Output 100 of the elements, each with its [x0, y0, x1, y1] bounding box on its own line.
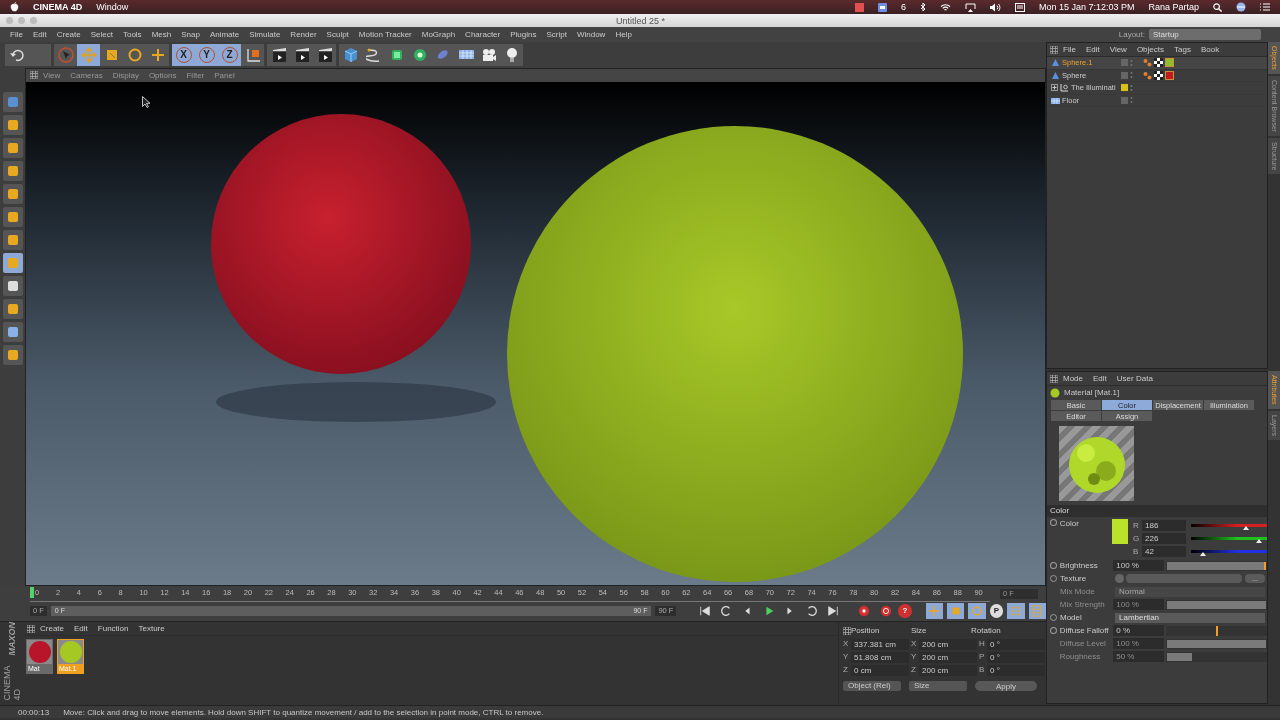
phong-tag-icon[interactable] — [1143, 70, 1152, 80]
channel-field[interactable]: 42 — [1142, 545, 1186, 557]
mode-button[interactable] — [2, 344, 23, 365]
menu-item[interactable]: Animate — [204, 30, 245, 39]
menu-item[interactable]: Script — [541, 30, 572, 39]
bluetooth-icon[interactable] — [919, 2, 926, 12]
tool-button[interactable] — [146, 43, 169, 66]
slider-thumb[interactable] — [1243, 525, 1250, 530]
status-count[interactable]: 6 — [900, 2, 906, 12]
list-icon[interactable] — [1260, 3, 1270, 11]
value-field[interactable]: 0 ° — [987, 652, 1045, 663]
coordinate-mode-dropdown[interactable]: Object (Rel) — [843, 681, 901, 691]
value-field[interactable]: 51.808 cm — [851, 652, 909, 663]
menu-item[interactable]: Create — [35, 624, 69, 633]
value-field[interactable]: 337.381 cm — [851, 639, 909, 650]
mode-button[interactable] — [2, 206, 23, 227]
visibility-dots-icon[interactable] — [1130, 71, 1133, 80]
tool-button[interactable]: X — [172, 43, 195, 66]
menu-item[interactable]: Tools — [117, 30, 147, 39]
slider-marker[interactable] — [1216, 625, 1219, 636]
menu-item[interactable]: Window — [571, 30, 611, 39]
tool-button[interactable]: Y — [195, 43, 218, 66]
menu-item[interactable]: Options — [143, 70, 182, 80]
channel-field[interactable]: 226 — [1142, 532, 1186, 544]
menu-item[interactable]: Tags — [1169, 45, 1196, 54]
color-swatch[interactable] — [1111, 519, 1128, 544]
pivot-button[interactable]: P — [989, 603, 1004, 618]
wifi-icon[interactable] — [939, 2, 951, 12]
menu-item[interactable]: Help — [610, 30, 637, 39]
value-field[interactable]: 100 % — [1113, 560, 1164, 571]
menu-item[interactable]: View — [38, 70, 66, 80]
menu-item[interactable]: File — [5, 30, 28, 39]
menu-item[interactable]: File — [1058, 45, 1081, 54]
menu-item[interactable]: View — [1104, 45, 1132, 54]
menu-item[interactable]: Create — [51, 30, 86, 39]
mode-button[interactable] — [2, 91, 23, 112]
value-field[interactable]: 0 cm — [851, 665, 909, 676]
menu-item[interactable]: Cameras — [65, 70, 108, 80]
tool-button[interactable] — [241, 43, 264, 66]
tool-button[interactable]: Z — [218, 43, 241, 66]
visibility-dots-icon[interactable] — [1130, 96, 1133, 105]
mode-button[interactable] — [2, 275, 23, 296]
menu-item[interactable]: MoGraph — [416, 30, 461, 39]
playback-button[interactable] — [968, 602, 986, 619]
channel-slider[interactable] — [1191, 549, 1267, 553]
menu-item[interactable]: Texture — [133, 624, 170, 633]
tool-button[interactable] — [100, 43, 123, 66]
value-field[interactable]: 200 cm — [919, 639, 977, 650]
menu-item[interactable]: Sculpt — [321, 30, 354, 39]
mode-button[interactable] — [2, 183, 23, 204]
menu-item[interactable]: Mesh — [146, 30, 177, 39]
channel-slider[interactable] — [1191, 523, 1267, 527]
search-icon[interactable] — [1213, 2, 1222, 12]
material-tag-icon[interactable] — [1165, 70, 1174, 80]
menu-item[interactable]: Character — [460, 30, 506, 39]
expand-icon[interactable] — [1051, 84, 1058, 92]
playback-button[interactable] — [1007, 602, 1025, 619]
value-slider[interactable] — [1166, 561, 1266, 570]
tool-button[interactable] — [5, 43, 28, 66]
mode-button[interactable] — [2, 114, 23, 135]
value-field[interactable]: 0 ° — [987, 665, 1045, 676]
mode-button[interactable] — [2, 298, 23, 319]
slider-thumb[interactable] — [1255, 538, 1262, 543]
value-field[interactable]: 200 cm — [919, 665, 977, 676]
layer-color-icon[interactable] — [1121, 84, 1128, 92]
checker-tag-icon[interactable] — [1154, 70, 1163, 80]
help-button[interactable]: ? — [898, 603, 912, 618]
menu-item[interactable]: Plugins — [505, 30, 542, 39]
mode-button[interactable] — [2, 321, 23, 342]
menu-item[interactable]: Motion Tracker — [353, 30, 417, 39]
tool-button[interactable] — [339, 43, 362, 66]
channel-slider[interactable] — [1191, 536, 1267, 540]
keyboard-icon[interactable] — [1014, 2, 1025, 12]
value-field[interactable]: 200 cm — [919, 652, 977, 663]
tool-button[interactable] — [313, 43, 336, 66]
airplay-icon[interactable] — [964, 2, 976, 12]
dropdown[interactable]: Lambertian — [1115, 612, 1265, 623]
menu-item[interactable]: Render — [285, 30, 322, 39]
menu-item[interactable]: Filter — [181, 70, 210, 80]
menu-item[interactable]: Mode — [1058, 374, 1088, 383]
menu-item[interactable]: Simulate — [244, 30, 286, 39]
menu-item[interactable]: Edit — [27, 30, 52, 39]
menu-item[interactable]: Select — [85, 30, 118, 39]
menu-item[interactable]: Edit — [1080, 45, 1105, 54]
checker-tag-icon[interactable] — [1154, 58, 1163, 68]
channel-field[interactable]: 186 — [1142, 519, 1186, 531]
playback-button[interactable] — [946, 602, 965, 619]
menu-item[interactable]: Edit — [1088, 374, 1112, 383]
playback-button[interactable] — [1028, 602, 1046, 619]
menu-item[interactable]: Book — [1195, 45, 1225, 54]
visibility-dots-icon[interactable] — [1130, 58, 1133, 67]
volume-icon[interactable] — [989, 2, 1001, 12]
playback-button[interactable] — [925, 602, 943, 619]
menu-item[interactable]: Window — [96, 2, 129, 12]
mode-button[interactable] — [2, 252, 23, 273]
menu-item[interactable]: Display — [107, 70, 144, 80]
material-tag-icon[interactable] — [1165, 58, 1174, 68]
playhead[interactable] — [30, 586, 34, 598]
menu-item[interactable]: Function — [92, 624, 134, 633]
app-name[interactable]: CINEMA 4D — [33, 2, 83, 12]
